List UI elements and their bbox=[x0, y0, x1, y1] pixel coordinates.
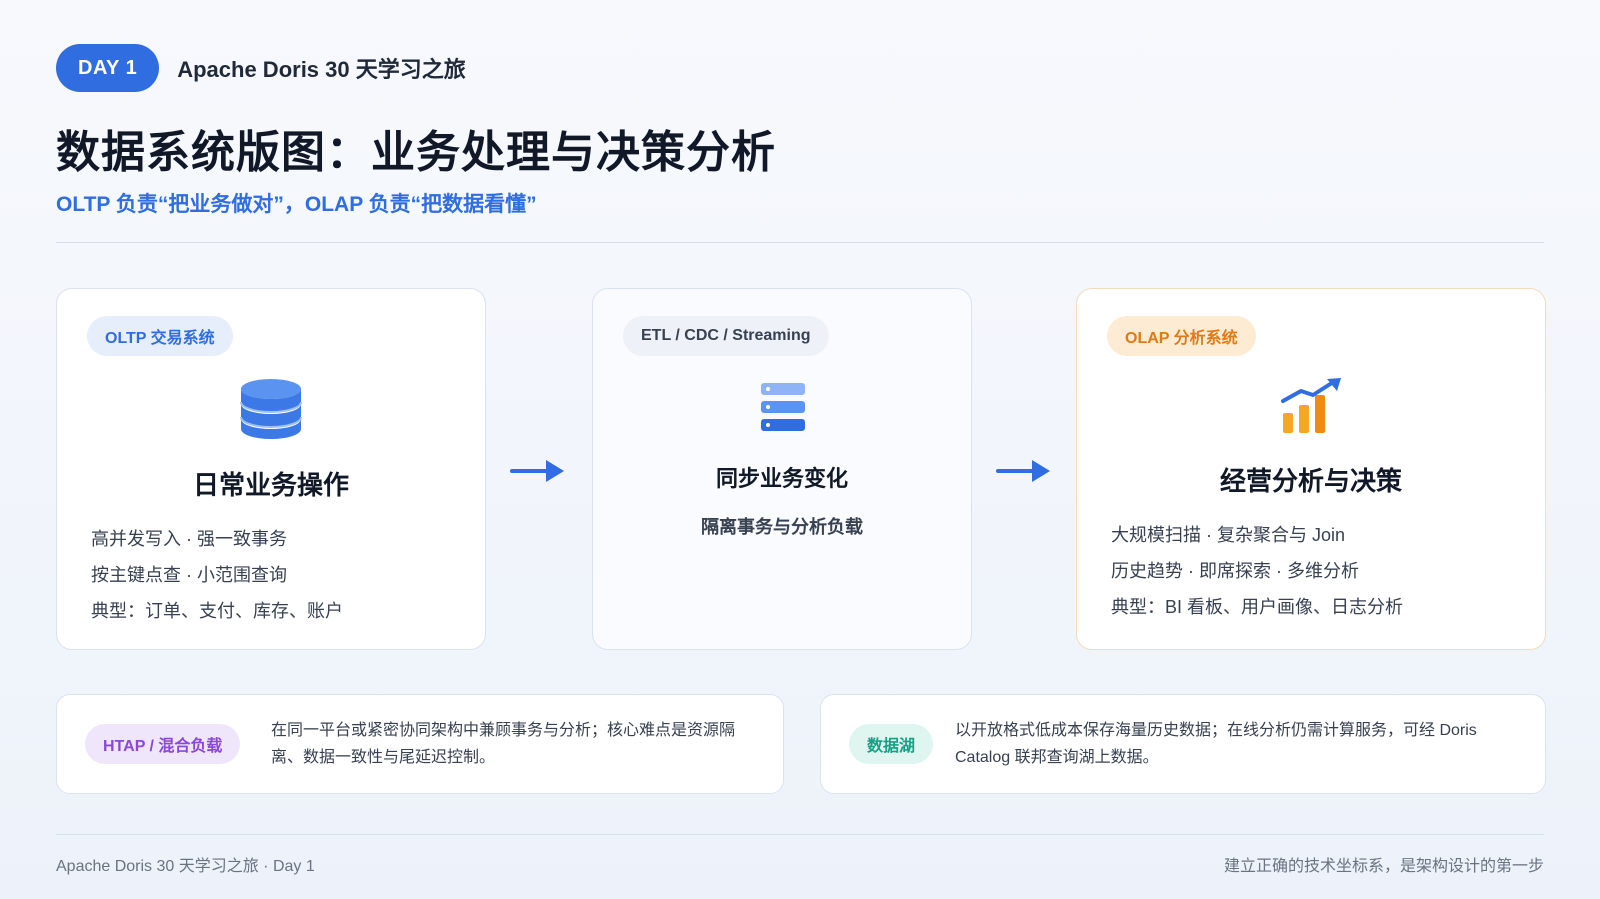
header-divider bbox=[56, 242, 1544, 243]
etl-subtext: 隔离事务与分析负载 bbox=[701, 517, 863, 537]
oltp-heading: 日常业务操作 bbox=[192, 470, 349, 500]
series-title: Apache Doris 30 天学习之旅 bbox=[177, 57, 466, 82]
htap-card: HTAP / 混合负载 在同一平台或紧密协同架构中兼顾事务与分析；核心难点是资源… bbox=[56, 694, 784, 794]
footer-left-text: Apache Doris 30 天学习之旅 · Day 1 bbox=[56, 858, 315, 875]
database-icon bbox=[239, 377, 303, 446]
olap-card: OLAP 分析系统 经营分析与决策 大规模扫描 · 复杂聚合与 Join 历史趋… bbox=[1076, 288, 1546, 650]
data-lake-tag: 数据湖 bbox=[849, 724, 934, 764]
day-badge: DAY 1 bbox=[56, 44, 160, 92]
olap-feature-line: 大规模扫描 · 复杂聚合与 Join bbox=[1111, 525, 1346, 545]
oltp-tag: OLTP 交易系统 bbox=[87, 316, 233, 356]
oltp-feature-line: 典型：订单、支付、库存、账户 bbox=[91, 601, 343, 621]
htap-tag: HTAP / 混合负载 bbox=[85, 724, 241, 764]
olap-feature-line: 历史趋势 · 即席探索 · 多维分析 bbox=[1111, 561, 1359, 581]
arrow-right-icon bbox=[996, 456, 1052, 491]
htap-description: 在同一平台或紧密协同架构中兼顾事务与分析；核心难点是资源隔离、数据一致性与尾延迟… bbox=[271, 722, 736, 766]
data-lake-description: 以开放格式低成本保存海量历史数据；在线分析仍需计算服务，可经 Doris Cat… bbox=[955, 722, 1477, 766]
trend-chart-icon bbox=[1279, 377, 1345, 440]
olap-heading: 经营分析与决策 bbox=[1219, 466, 1402, 496]
etl-card: ETL / CDC / Streaming 同步业务变化 隔离事务与分析负载 bbox=[592, 288, 972, 650]
olap-feature-list: 大规模扫描 · 复杂聚合与 Join 历史趋势 · 即席探索 · 多维分析 典型… bbox=[1111, 517, 1403, 625]
etl-tag: ETL / CDC / Streaming bbox=[623, 316, 829, 356]
arrow-right-icon bbox=[510, 456, 566, 491]
oltp-feature-line: 高并发写入 · 强一致事务 bbox=[91, 529, 287, 549]
header: DAY 1 Apache Doris 30 天学习之旅 bbox=[56, 44, 466, 92]
data-lake-card: 数据湖 以开放格式低成本保存海量历史数据；在线分析仍需计算服务，可经 Doris… bbox=[820, 694, 1546, 794]
oltp-card: OLTP 交易系统 日常业务操作 高并发写入 · 强一致事务 按主键点查 · 小… bbox=[56, 288, 486, 650]
footer-right-text: 建立正确的技术坐标系，是架构设计的第一步 bbox=[1223, 858, 1544, 875]
oltp-feature-line: 按主键点查 · 小范围查询 bbox=[91, 565, 287, 585]
oltp-feature-list: 高并发写入 · 强一致事务 按主键点查 · 小范围查询 典型：订单、支付、库存、… bbox=[91, 521, 343, 629]
server-stack-icon bbox=[759, 381, 807, 438]
olap-tag: OLAP 分析系统 bbox=[1107, 316, 1256, 356]
etl-heading: 同步业务变化 bbox=[715, 466, 848, 491]
footer-divider bbox=[56, 834, 1544, 835]
olap-feature-line: 典型：BI 看板、用户画像、日志分析 bbox=[1111, 597, 1404, 617]
page-title: 数据系统版图：业务处理与决策分析 bbox=[56, 128, 776, 177]
page-subtitle: OLTP 负责“把业务做对”，OLAP 负责“把数据看懂” bbox=[56, 193, 537, 216]
